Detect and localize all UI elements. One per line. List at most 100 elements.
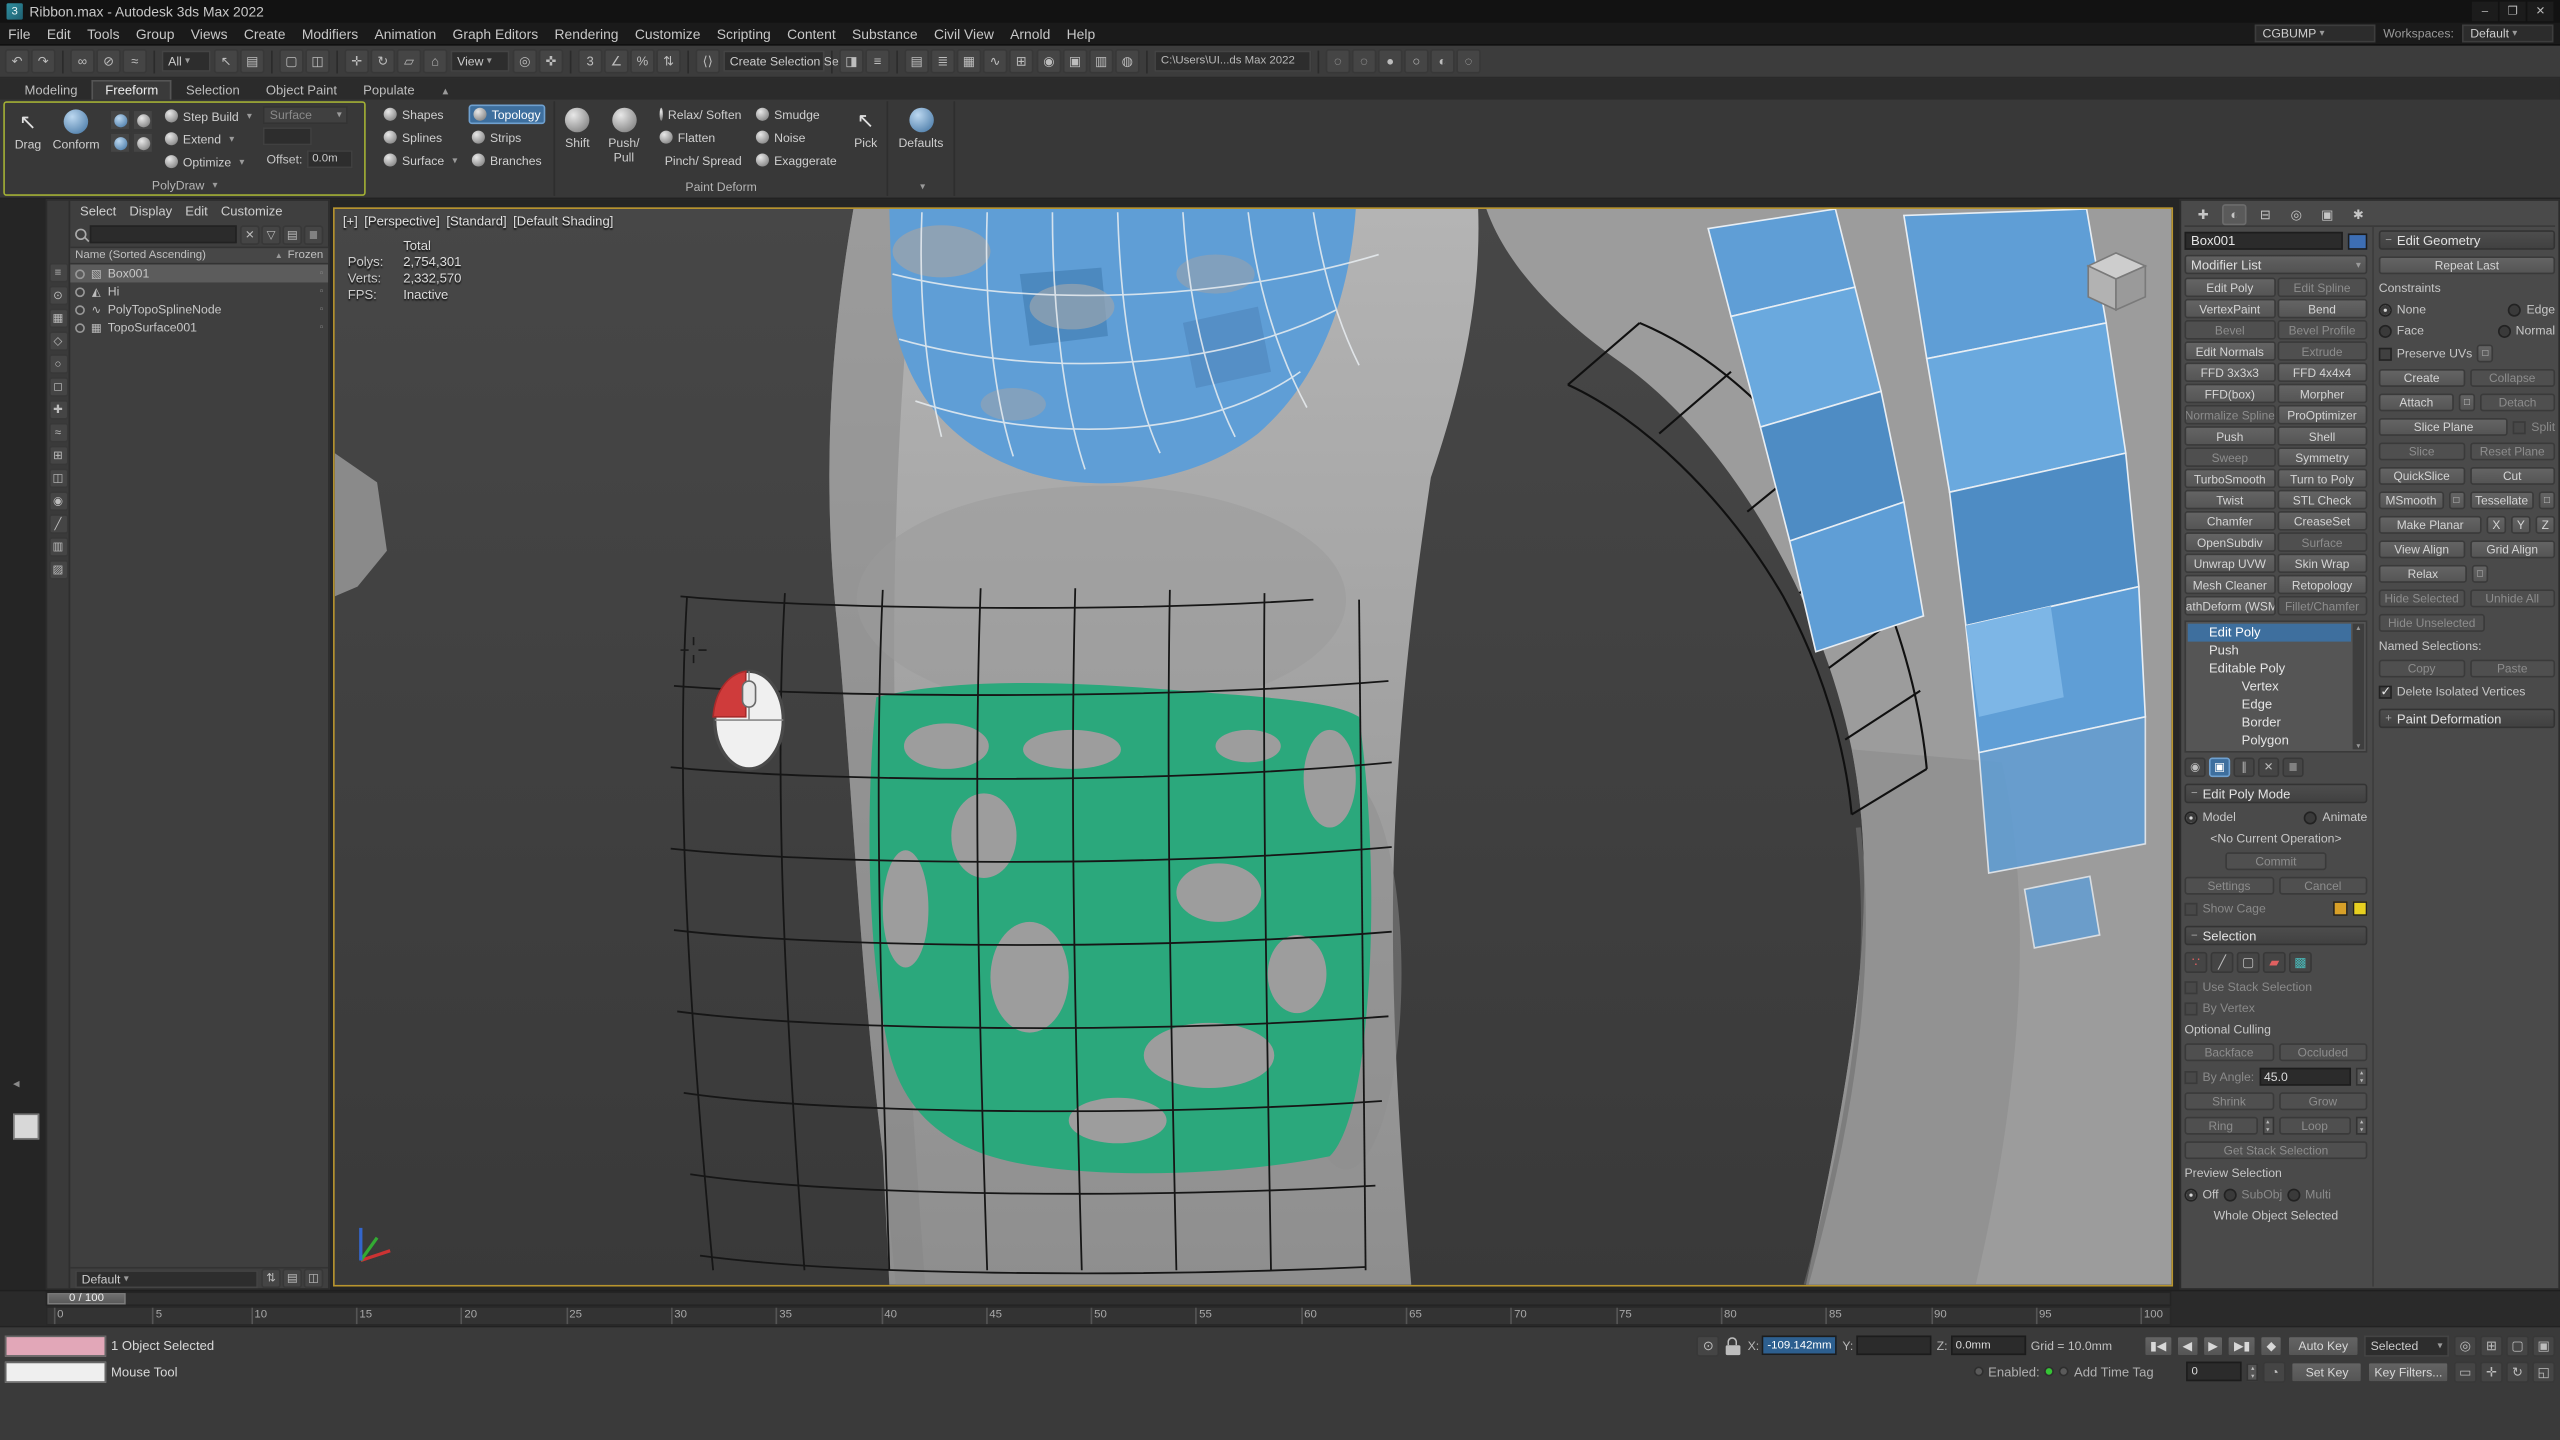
modifier-stack-item[interactable]: Edit Poly bbox=[2188, 624, 2351, 642]
create-tab-icon[interactable]: ✚ bbox=[2191, 203, 2215, 224]
loop-spinner[interactable]: ▴▾ bbox=[2356, 1117, 2367, 1135]
hierarchy-tab-icon[interactable]: ⊟ bbox=[2253, 203, 2277, 224]
attach-button[interactable]: Attach bbox=[2379, 393, 2454, 411]
modifier-button[interactable]: Edit Spline bbox=[2277, 278, 2368, 298]
pick-container-icon[interactable]: ◫ bbox=[304, 1269, 324, 1289]
modifier-button[interactable]: Bevel bbox=[2184, 320, 2275, 340]
viewcube[interactable] bbox=[2088, 253, 2145, 310]
curve-editor-icon[interactable]: ∿ bbox=[983, 49, 1007, 73]
polydraw-conform-button[interactable]: Conform bbox=[51, 106, 101, 155]
orbit-icon[interactable]: ↻ bbox=[2506, 1361, 2529, 1382]
preserve-uvs-checkbox[interactable] bbox=[2379, 347, 2392, 360]
zoom-extents-icon[interactable]: ▢ bbox=[2506, 1335, 2529, 1356]
hide-unselected-button[interactable]: Hide Unselected bbox=[2379, 614, 2485, 632]
defaults-button[interactable]: Defaults bbox=[897, 104, 945, 153]
play-animation-icon[interactable]: ▶ bbox=[2202, 1335, 2224, 1356]
object-name-field[interactable]: Box001 bbox=[2184, 232, 2342, 250]
shift-brush-button[interactable]: Shift bbox=[563, 104, 591, 153]
view-align-button[interactable]: View Align bbox=[2379, 540, 2465, 558]
use-pivot-point-center-icon[interactable]: ◎ bbox=[513, 49, 537, 73]
time-configuration-icon[interactable]: ◔ bbox=[2263, 1361, 2286, 1382]
relax-soften-button[interactable]: Relax/ Soften bbox=[657, 104, 745, 124]
cancel-button[interactable]: Cancel bbox=[2278, 877, 2367, 895]
rendered-frame-window-icon[interactable]: ▥ bbox=[1089, 49, 1113, 73]
branches-button[interactable]: Branches bbox=[469, 150, 546, 170]
selection-filter-dropdown[interactable]: All▾ bbox=[162, 51, 211, 72]
modifier-button[interactable]: CreaseSet bbox=[2277, 511, 2368, 531]
display-helpers-icon[interactable]: ✚ bbox=[48, 400, 68, 420]
slice-button[interactable]: Slice bbox=[2379, 442, 2465, 460]
modifier-button[interactable]: Retopology bbox=[2277, 575, 2368, 595]
defaults-panel-label[interactable]: ▾ bbox=[892, 178, 950, 196]
modifier-stack-item[interactable]: Vertex bbox=[2188, 678, 2351, 696]
object-color-swatch[interactable] bbox=[2348, 233, 2368, 249]
modifier-button[interactable]: ProOptimizer bbox=[2277, 405, 2368, 425]
pan-view-icon[interactable]: ✛ bbox=[2480, 1361, 2503, 1382]
enabled-on-led-icon[interactable] bbox=[2045, 1367, 2055, 1377]
modifier-button[interactable]: Unwrap UVW bbox=[2184, 553, 2275, 573]
collapse-button[interactable]: Collapse bbox=[2469, 369, 2555, 387]
split-checkbox[interactable] bbox=[2513, 420, 2526, 433]
display-quality-icon[interactable]: ◌ bbox=[1456, 49, 1480, 73]
modifier-button[interactable]: Fillet/Chamfer bbox=[2277, 596, 2368, 616]
modifier-button[interactable]: Twist bbox=[2184, 490, 2275, 510]
vertex-subobject-icon[interactable]: ∵ bbox=[2184, 952, 2207, 973]
rectangular-selection-region-icon[interactable]: ▢ bbox=[279, 49, 303, 73]
select-by-name-icon[interactable]: ▤ bbox=[240, 49, 264, 73]
ribbon-tab[interactable]: Object Paint bbox=[254, 82, 348, 100]
filter-icon[interactable]: ▽ bbox=[261, 224, 281, 244]
modifier-button[interactable]: Sweep bbox=[2184, 447, 2275, 467]
border-subobject-icon[interactable]: ▢ bbox=[2237, 952, 2260, 973]
clear-search-icon[interactable]: ✕ bbox=[240, 224, 260, 244]
msmooth-button[interactable]: MSmooth bbox=[2379, 491, 2443, 509]
explorer-menu-item[interactable]: Select bbox=[75, 204, 121, 219]
exaggerate-button[interactable]: Exaggerate bbox=[753, 150, 844, 170]
preserve-uvs-settings-icon[interactable]: □ bbox=[2477, 344, 2493, 362]
modifier-button[interactable]: Bevel Profile bbox=[2277, 320, 2368, 340]
modifier-button[interactable]: Turn to Poly bbox=[2277, 469, 2368, 489]
select-and-place-icon[interactable]: ⌂ bbox=[423, 49, 447, 73]
make-planar-x-button[interactable]: X bbox=[2487, 516, 2507, 534]
occluded-button[interactable]: Occluded bbox=[2278, 1043, 2367, 1061]
model-radio[interactable] bbox=[2184, 811, 2197, 824]
by-vertex-checkbox[interactable] bbox=[2184, 1002, 2197, 1015]
current-frame-field[interactable]: 0 bbox=[2187, 1362, 2243, 1382]
backface-button[interactable]: Backface bbox=[2184, 1043, 2273, 1061]
spinner-snap-toggle-icon[interactable]: ⇅ bbox=[656, 49, 680, 73]
add-time-tag[interactable]: Add Time Tag bbox=[2074, 1364, 2182, 1379]
ribbon-tab[interactable]: Freeform bbox=[92, 80, 171, 100]
lock-explorer-icon[interactable]: ≣ bbox=[304, 224, 324, 244]
zoom-extents-all-icon[interactable]: ▣ bbox=[2532, 1335, 2555, 1356]
conform-option-icon[interactable] bbox=[109, 109, 130, 130]
viewport-label-segment[interactable]: [+] bbox=[343, 214, 358, 229]
modifier-button[interactable]: OpenSubdiv bbox=[2184, 532, 2275, 552]
noise-button[interactable]: Noise bbox=[753, 127, 844, 147]
grid-align-button[interactable]: Grid Align bbox=[2469, 540, 2555, 558]
viewport-layout-tab-icon[interactable]: ◂ bbox=[13, 1076, 20, 1091]
conform-option-icon[interactable] bbox=[109, 132, 130, 153]
undo-icon[interactable]: ↶ bbox=[5, 49, 29, 73]
repeat-last-button[interactable]: Repeat Last bbox=[2379, 256, 2555, 274]
animate-radio[interactable] bbox=[2304, 811, 2317, 824]
tessellate-button[interactable]: Tessellate bbox=[2469, 491, 2533, 509]
flatten-button[interactable]: Flatten bbox=[657, 127, 745, 147]
menu-item[interactable]: Graph Editors bbox=[444, 25, 546, 41]
display-frozen-icon[interactable]: ▨ bbox=[48, 560, 68, 580]
modifier-button[interactable]: Symmetry bbox=[2277, 447, 2368, 467]
polydraw-mini-spinner[interactable] bbox=[263, 127, 312, 145]
menu-item[interactable]: Create bbox=[236, 25, 294, 41]
remove-modifier-icon[interactable]: ✕ bbox=[2258, 757, 2279, 777]
modifier-list-dropdown[interactable]: Modifier List ▾ bbox=[2184, 255, 2367, 275]
z-coordinate-field[interactable]: 0.0mm bbox=[1951, 1336, 2026, 1356]
cage-selected-color-swatch[interactable] bbox=[2353, 901, 2368, 916]
polydraw-panel-label[interactable]: PolyDraw▾ bbox=[8, 176, 361, 194]
material-editor-icon[interactable]: ◉ bbox=[1037, 49, 1061, 73]
viewport-label-segment[interactable]: [Standard] bbox=[446, 214, 506, 229]
topology-button[interactable]: Topology bbox=[469, 104, 546, 124]
workspace-dropdown[interactable]: Default▾ bbox=[2462, 24, 2553, 42]
preview-multi-radio[interactable] bbox=[2287, 1188, 2300, 1201]
menu-item[interactable]: Group bbox=[128, 25, 183, 41]
scene-object-row[interactable]: ◭ Hi ▫ bbox=[70, 282, 328, 300]
display-containers-icon[interactable]: ▥ bbox=[48, 537, 68, 557]
toggle-ribbon-icon[interactable]: ▦ bbox=[957, 49, 981, 73]
